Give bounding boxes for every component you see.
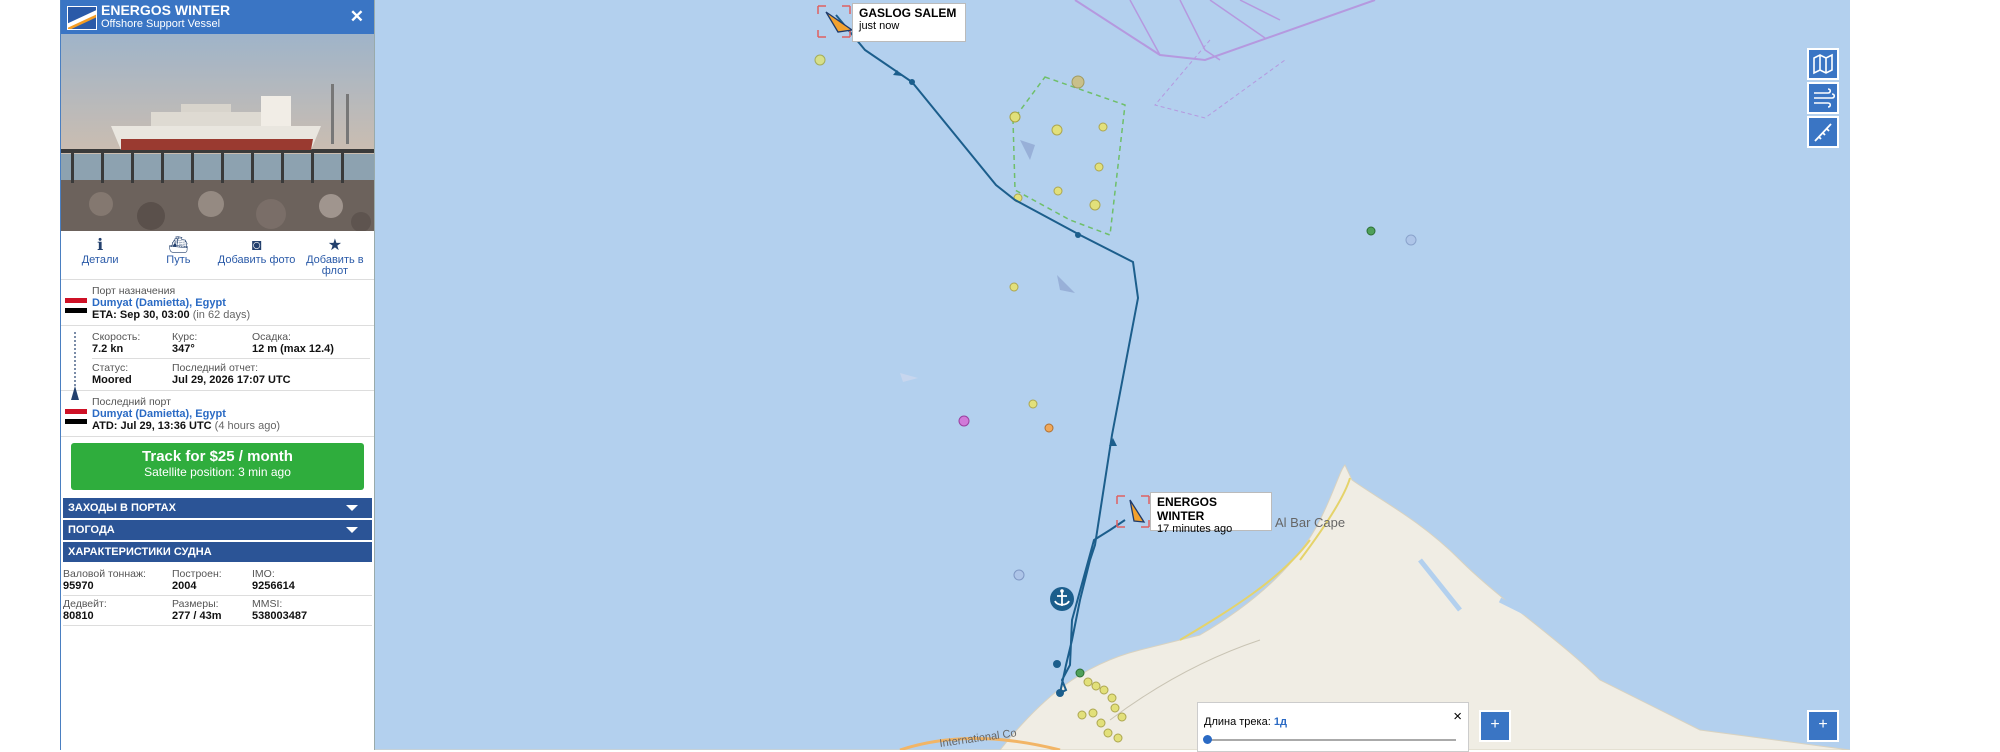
measure-button[interactable] bbox=[1807, 116, 1839, 148]
add-to-fleet-button[interactable]: ★ Добавить в флот bbox=[296, 231, 374, 279]
draught-label: Осадка: bbox=[252, 331, 291, 343]
place-label: Al Bar Cape bbox=[1275, 515, 1345, 530]
report-label: Последний отчет: bbox=[172, 362, 259, 374]
track-plus-button[interactable]: + bbox=[1479, 710, 1511, 742]
course-value: 347° bbox=[172, 343, 195, 355]
speed-label: Скорость: bbox=[92, 331, 141, 343]
wind-button[interactable] bbox=[1807, 82, 1839, 114]
measure-icon bbox=[1814, 123, 1832, 142]
built-label: Построен: bbox=[172, 568, 222, 580]
chevron-down-icon bbox=[346, 527, 358, 533]
vessel-info-panel: ENERGOS WINTER Offshore Support Vessel ✕ bbox=[60, 0, 375, 750]
course-label: Курс: bbox=[172, 331, 198, 343]
vessel-facts: Валовой тоннаж: 95970 Построен: 2004 IMO: 9… bbox=[61, 564, 374, 626]
mmsi-value: 538003487 bbox=[252, 610, 308, 622]
dwt-value: 80810 bbox=[63, 610, 94, 622]
vessel-name: ENERGOS WINTER bbox=[101, 2, 231, 18]
vessel-label-name: GASLOG SALEM bbox=[859, 6, 957, 20]
built-value: 2004 bbox=[172, 580, 197, 592]
size-label: Размеры: bbox=[172, 598, 219, 610]
destination-block: Порт назначения Dumyat (Damietta), Egypt… bbox=[61, 280, 374, 326]
zoom-in-button[interactable]: + bbox=[1807, 710, 1839, 742]
status-label: Статус: bbox=[92, 362, 129, 374]
atd-value: ATD: Jul 29, 13:36 UTC bbox=[92, 420, 212, 432]
destination-port-link[interactable]: Dumyat (Damietta), Egypt bbox=[92, 297, 370, 309]
track-length-value[interactable]: 1д bbox=[1274, 716, 1287, 728]
draught-value: 12 m (max 12.4) bbox=[252, 343, 334, 355]
accordion-weather[interactable]: ПОГОДА bbox=[63, 520, 372, 540]
atd-relative: (4 hours ago) bbox=[214, 420, 281, 432]
flag-icon bbox=[67, 6, 97, 30]
action-label: Добавить в флот bbox=[306, 254, 364, 277]
vessel-label-energos[interactable]: ENERGOS WINTER 17 minutes ago bbox=[1150, 492, 1272, 535]
speed-block: Скорость: Курс: Осадка: 7.2 kn 347° 12 m… bbox=[61, 326, 374, 400]
panel-header: ENERGOS WINTER Offshore Support Vessel ✕ bbox=[61, 0, 374, 34]
action-label: Детали bbox=[81, 254, 119, 266]
close-icon[interactable]: ✕ bbox=[350, 7, 364, 27]
last-port-link[interactable]: Dumyat (Damietta), Egypt bbox=[92, 408, 370, 420]
action-label: Добавить фото bbox=[217, 254, 296, 266]
slider-handle[interactable] bbox=[1203, 735, 1212, 744]
track-panel-close[interactable]: × bbox=[1453, 708, 1462, 725]
dwt-label: Дедвейт: bbox=[63, 598, 107, 610]
mmsi-label: MMSI: bbox=[252, 598, 283, 610]
route-button[interactable]: ⛴ Путь bbox=[139, 231, 217, 279]
destination-label: Порт назначения bbox=[92, 285, 176, 297]
vessel-label-time: 17 minutes ago bbox=[1157, 523, 1233, 535]
map-layers-button[interactable] bbox=[1807, 48, 1839, 80]
imo-value: 9256614 bbox=[252, 580, 295, 592]
vessel-label-gaslog[interactable]: GASLOG SALEM just now bbox=[852, 3, 966, 42]
accordion-vessel-particulars[interactable]: ХАРАКТЕРИСТИКИ СУДНА bbox=[63, 542, 372, 562]
action-label: Путь bbox=[166, 254, 191, 266]
egypt-flag-icon bbox=[65, 298, 87, 313]
track-length-slider[interactable] bbox=[1203, 735, 1456, 744]
sea-area bbox=[375, 0, 1850, 750]
vessel-label-name: ENERGOS WINTER bbox=[1157, 495, 1218, 523]
chevron-down-icon bbox=[346, 505, 358, 511]
accordion-label: ХАРАКТЕРИСТИКИ СУДНА bbox=[68, 546, 212, 558]
last-port-block: Последний порт Dumyat (Damietta), Egypt … bbox=[61, 391, 374, 437]
action-bar: ℹ Детали ⛴ Путь ◙ Добавить фото ★ Добави… bbox=[61, 231, 374, 280]
gt-label: Валовой тоннаж: bbox=[63, 568, 146, 580]
eta-relative: (in 62 days) bbox=[192, 309, 251, 321]
ship-icon: ⛴ bbox=[168, 237, 189, 254]
anchor-icon[interactable] bbox=[1050, 587, 1074, 611]
info-icon: ℹ bbox=[97, 237, 104, 254]
accordion-label: ПОГОДА bbox=[68, 524, 115, 536]
star-icon: ★ bbox=[327, 237, 343, 254]
accordion-port-calls[interactable]: ЗАХОДЫ В ПОРТАХ bbox=[63, 498, 372, 518]
camera-icon: ◙ bbox=[251, 237, 262, 254]
imo-label: IMO: bbox=[252, 568, 275, 580]
track-button-subtitle: Satellite position: 3 min ago bbox=[144, 465, 291, 479]
report-value: Jul 29, 2026 17:07 UTC bbox=[172, 374, 291, 386]
details-button[interactable]: ℹ Детали bbox=[61, 231, 139, 279]
size-value: 277 / 43m bbox=[172, 610, 222, 622]
eta-value: ETA: Sep 30, 03:00 bbox=[92, 309, 190, 321]
egypt-flag-icon bbox=[65, 409, 87, 424]
vessel-label-time: just now bbox=[859, 20, 900, 32]
speed-value: 7.2 kn bbox=[92, 343, 124, 355]
track-length-label: Длина трека: bbox=[1204, 716, 1271, 728]
status-value: Moored bbox=[92, 374, 132, 386]
last-port-label: Последний порт bbox=[92, 396, 171, 408]
map-layers-icon bbox=[1813, 53, 1833, 75]
track-button-title: Track for $25 / month bbox=[142, 448, 293, 465]
gt-value: 95970 bbox=[63, 580, 94, 592]
accordion-label: ЗАХОДЫ В ПОРТАХ bbox=[68, 502, 176, 514]
track-subscribe-button[interactable]: Track for $25 / month Satellite position… bbox=[71, 443, 364, 490]
track-length-panel: Длина трека: 1д × bbox=[1197, 702, 1469, 752]
add-photo-button[interactable]: ◙ Добавить фото bbox=[218, 231, 296, 279]
vessel-type: Offshore Support Vessel bbox=[101, 18, 221, 30]
wind-icon bbox=[1814, 88, 1836, 108]
vessel-photo[interactable] bbox=[61, 34, 374, 231]
